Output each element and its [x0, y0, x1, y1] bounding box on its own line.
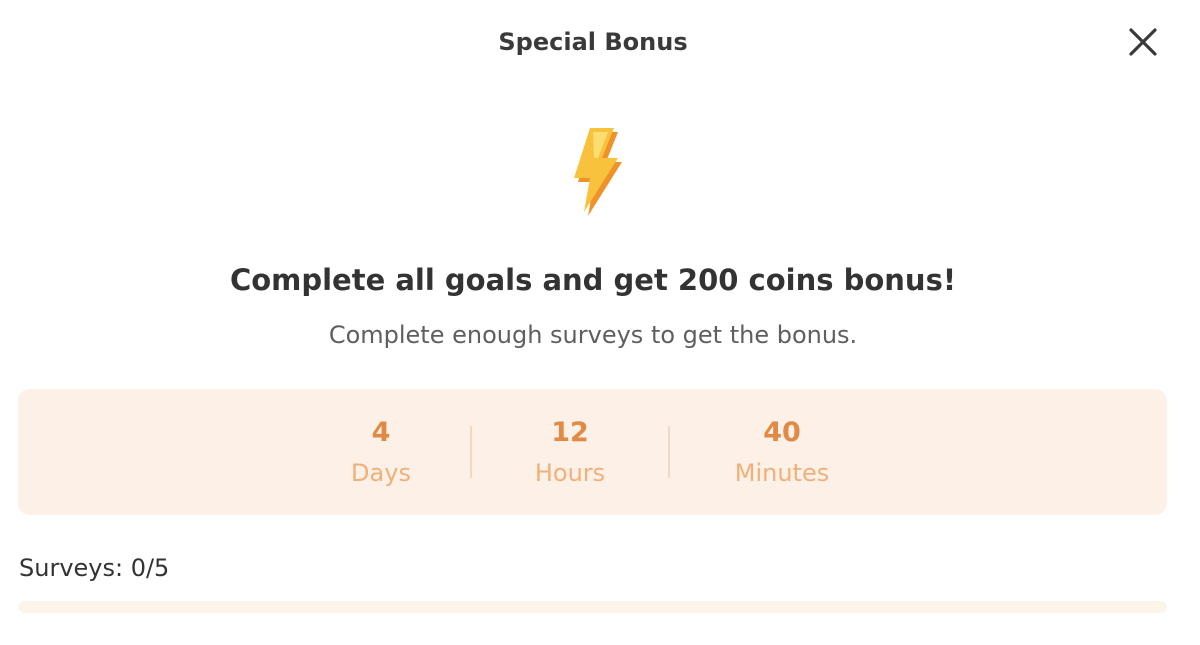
- hours-label: Hours: [534, 459, 606, 487]
- days-label: Days: [351, 459, 411, 487]
- surveys-progress-label: Surveys: 0/5: [19, 554, 170, 582]
- days-value: 4: [371, 417, 391, 448]
- countdown-minutes: 40 Minutes: [682, 413, 882, 493]
- special-bonus-modal: Special Bonus Complete all goals and get…: [0, 0, 1200, 645]
- hours-value: 12: [551, 417, 589, 448]
- countdown-hours: 12 Hours: [470, 413, 670, 493]
- bonus-headline: Complete all goals and get 200 coins bon…: [229, 263, 957, 297]
- close-button[interactable]: [1121, 22, 1165, 62]
- minutes-value: 40: [763, 417, 801, 448]
- lightning-bolt-icon: [574, 128, 622, 216]
- countdown-divider: [668, 426, 670, 478]
- modal-title: Special Bonus: [498, 28, 688, 56]
- countdown-days: 4 Days: [281, 413, 481, 493]
- countdown-panel: 4 Days 12 Hours 40 Minutes: [18, 389, 1167, 515]
- surveys-progress-bar: [18, 601, 1167, 613]
- bonus-subline: Complete enough surveys to get the bonus…: [328, 321, 858, 349]
- close-icon: [1129, 28, 1157, 56]
- minutes-label: Minutes: [734, 459, 830, 487]
